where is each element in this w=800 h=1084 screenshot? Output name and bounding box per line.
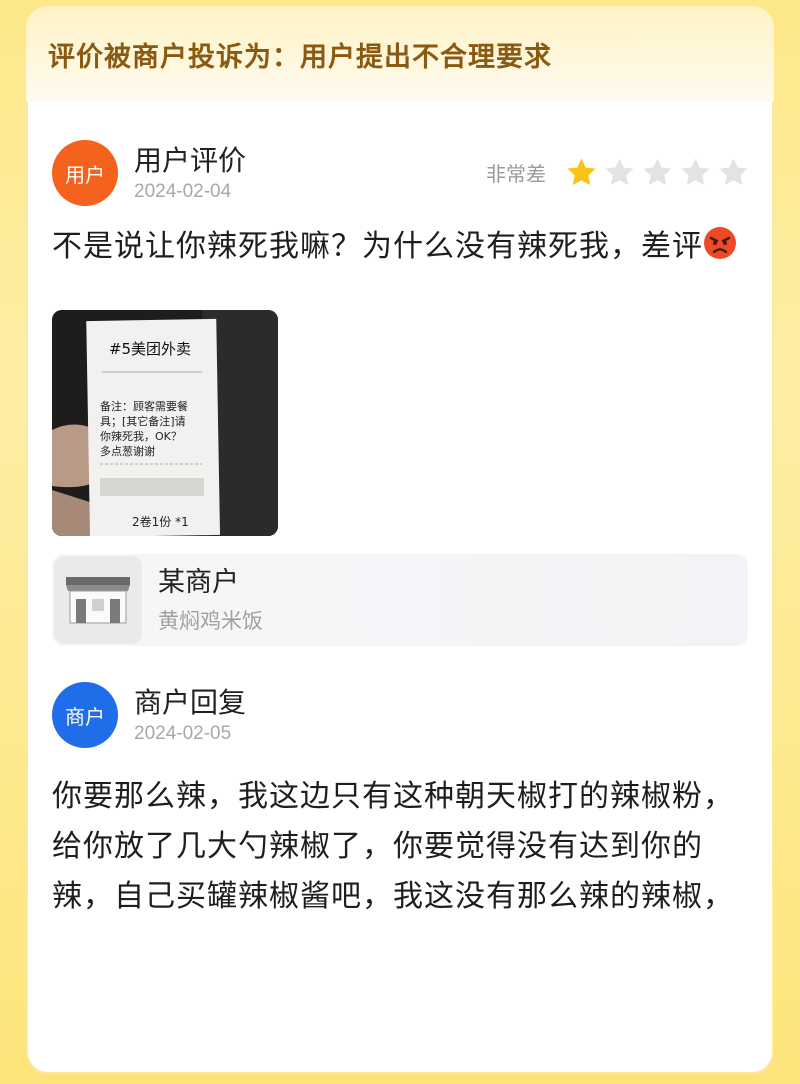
card-header: 评价被商户投诉为：用户提出不合理要求 — [26, 6, 774, 102]
complaint-title: 评价被商户投诉为：用户提出不合理要求 — [48, 41, 552, 73]
user-avatar: 用户 — [52, 140, 118, 206]
star-empty-icon — [719, 158, 748, 186]
merchant-avatar: 商户 — [52, 682, 118, 748]
reply-author-row: 商户 商户回复 2024-02-05 — [52, 680, 748, 750]
user-review: 用户 用户评价 2024-02-04 非常差 不是说让你辣死我嘛？为什么没有辣死… — [26, 138, 774, 646]
star-empty-icon — [681, 158, 710, 186]
star-empty-icon — [605, 158, 634, 186]
complaint-card: 评价被商户投诉为：用户提出不合理要求 用户 用户评价 2024-02-04 非常… — [26, 6, 774, 1074]
rating-text: 非常差 — [486, 162, 546, 186]
shop-card[interactable]: 某商户 黄焖鸡米饭 — [52, 554, 748, 646]
storefront-icon — [54, 556, 142, 644]
reply-text: 你要那么辣，我这边只有这种朝天椒打的辣椒粉，给你放了几大勺辣椒了，你要觉得没有达… — [52, 779, 734, 914]
review-text-content: 不是说让你辣死我嘛？为什么没有辣死我，差评 — [52, 229, 703, 264]
receipt-title: #5美团外卖 — [109, 340, 191, 358]
review-photo[interactable]: #5美团外卖 备注：顾客需要餐 具；[其它备注]请 你辣死我，OK？ 多点葱谢谢… — [52, 310, 278, 536]
reply-author: 商户回复 — [134, 686, 247, 719]
review-author: 用户评价 — [134, 144, 247, 177]
merchant-avatar-label: 商户 — [65, 704, 105, 729]
star-rating: 非常差 — [486, 156, 750, 189]
shop-category: 黄焖鸡米饭 — [158, 609, 263, 633]
merchant-reply: 商户 商户回复 2024-02-05 你要那么辣，我这边只有这种朝天椒打的辣椒粉… — [26, 680, 774, 922]
receipt-footer: 2卷1份 *1 — [132, 514, 189, 529]
user-avatar-label: 用户 — [65, 162, 105, 187]
reply-date: 2024-02-05 — [134, 723, 232, 744]
review-text: 不是说让你辣死我嘛？为什么没有辣死我，差评 — [52, 222, 748, 272]
shop-name: 某商户 — [158, 567, 239, 598]
star-empty-icon — [643, 158, 672, 186]
receipt-photo-image: #5美团外卖 备注：顾客需要餐 具；[其它备注]请 你辣死我，OK？ 多点葱谢谢… — [52, 310, 278, 536]
star-filled-icon — [567, 158, 596, 186]
angry-face-icon — [704, 227, 736, 259]
review-date: 2024-02-04 — [134, 181, 232, 202]
